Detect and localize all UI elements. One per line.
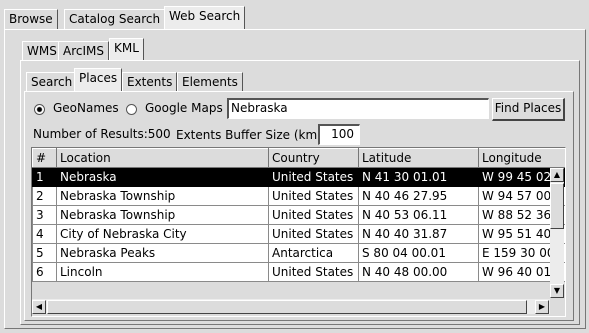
cell-latitude: S 80 04 00.01 [358, 243, 479, 263]
cell-number: 2 [32, 186, 57, 206]
cell-number: 3 [32, 205, 57, 225]
column-header-location[interactable]: Location [56, 148, 269, 168]
scroll-left-button[interactable]: ◀ [32, 300, 46, 314]
cell-country: Antarctica [268, 243, 359, 263]
cell-latitude: N 40 48 00.00 [358, 262, 479, 282]
column-header-longitude[interactable]: Longitude [478, 148, 565, 168]
tab-catalog-search[interactable]: Catalog Search [64, 9, 166, 29]
geonames-radio[interactable] [34, 104, 45, 115]
cell-latitude: N 41 30 01.01 [358, 167, 479, 187]
column-header-latitude[interactable]: Latitude [358, 148, 479, 168]
horizontal-scroll-thumb[interactable] [47, 300, 527, 314]
cell-country: United States [268, 224, 359, 244]
table-row[interactable]: 5 Nebraska Peaks Antarctica S 80 04 00.0… [32, 243, 565, 263]
cell-location: Nebraska Township [56, 205, 269, 225]
google-maps-radio[interactable] [126, 104, 137, 115]
tab-elements[interactable]: Elements [177, 72, 243, 92]
results-table: # Location Country Latitude Longitude 1 … [32, 148, 565, 282]
scroll-up-button[interactable]: ▲ [550, 168, 564, 182]
buffer-size-input[interactable]: 100 [318, 124, 360, 145]
table-header-row: # Location Country Latitude Longitude [32, 148, 565, 168]
cell-location: City of Nebraska City [56, 224, 269, 244]
scroll-down-button[interactable]: ▼ [550, 284, 564, 298]
cell-latitude: N 40 40 31.87 [358, 224, 479, 244]
table-row[interactable]: 6 Lincoln United States N 40 48 00.00 W … [32, 262, 565, 282]
cell-location: Nebraska Township [56, 186, 269, 206]
tab-search[interactable]: Search [26, 72, 78, 92]
cell-country: United States [268, 205, 359, 225]
column-header-country[interactable]: Country [268, 148, 359, 168]
geonames-label: GeoNames [53, 101, 119, 115]
scroll-right-button[interactable]: ▶ [535, 300, 549, 314]
cell-number: 5 [32, 243, 57, 263]
tab-browse[interactable]: Browse [4, 9, 58, 29]
table-row[interactable]: 3 Nebraska Township United States N 40 5… [32, 205, 565, 225]
tab-arcims[interactable]: ArcIMS [58, 41, 109, 61]
cell-location: Nebraska [56, 167, 269, 187]
buffer-size-label: Extents Buffer Size (km) [176, 128, 322, 142]
google-maps-label: Google Maps [145, 101, 223, 115]
table-row[interactable]: 1 Nebraska United States N 41 30 01.01 W… [32, 167, 565, 187]
tab-wms[interactable]: WMS [22, 41, 62, 61]
place-search-input[interactable]: Nebraska [227, 98, 489, 119]
find-places-button[interactable]: Find Places [492, 98, 565, 121]
cell-latitude: N 40 46 27.95 [358, 186, 479, 206]
results-count-label: Number of Results:500 [33, 127, 171, 141]
tab-kml[interactable]: KML [109, 38, 144, 61]
cell-number: 1 [32, 167, 57, 187]
cell-country: United States [268, 167, 359, 187]
table-row[interactable]: 4 City of Nebraska City United States N … [32, 224, 565, 244]
tab-extents[interactable]: Extents [122, 72, 178, 92]
table-row[interactable]: 2 Nebraska Township United States N 40 4… [32, 186, 565, 206]
results-table-frame: # Location Country Latitude Longitude 1 … [31, 147, 566, 317]
cell-latitude: N 40 53 06.11 [358, 205, 479, 225]
cell-country: United States [268, 262, 359, 282]
cell-location: Lincoln [56, 262, 269, 282]
vertical-scroll-thumb[interactable] [550, 183, 564, 229]
cell-location: Nebraska Peaks [56, 243, 269, 263]
cell-number: 6 [32, 262, 57, 282]
cell-country: United States [268, 186, 359, 206]
tab-web-search[interactable]: Web Search [164, 6, 246, 29]
cell-number: 4 [32, 224, 57, 244]
column-header-number[interactable]: # [32, 148, 57, 168]
tab-places[interactable]: Places [74, 68, 123, 91]
